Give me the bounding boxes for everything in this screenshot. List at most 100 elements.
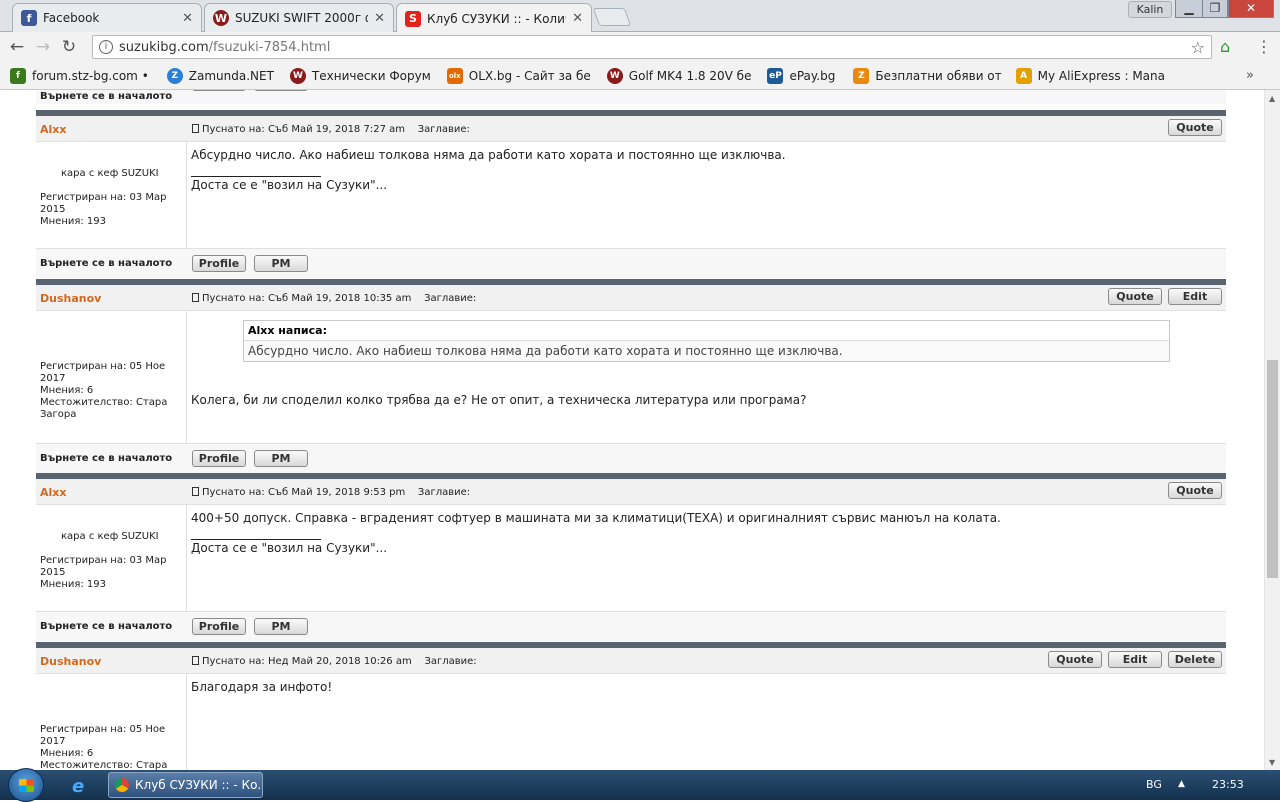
post-author[interactable]: Dushanov: [40, 655, 101, 668]
user-info: Регистриран на: 03 Мар 2015 Мнения: 193: [40, 192, 167, 227]
signature: Доста се е "возил на Сузуки"...: [191, 178, 388, 192]
signature: Доста се е "возил на Сузуки"...: [191, 541, 388, 555]
author-profile: кара с кеф SUZUKI Регистриран на: 03 Мар…: [36, 142, 187, 248]
post-message: 400+50 допуск. Справка - вграденият софт…: [191, 511, 1222, 555]
bookmark-zamunda[interactable]: Z Zamunda.NET: [166, 67, 274, 84]
scroll-down-icon[interactable]: ▼: [1269, 758, 1275, 767]
back-to-top-link[interactable]: Върнете се в началото: [40, 453, 172, 464]
menu-icon[interactable]: ⋮: [1256, 37, 1272, 56]
post-footer: Върнете се в началото Profile PM: [36, 90, 1226, 104]
profile-button[interactable]: Kalin: [1128, 1, 1172, 18]
bookmark-epay[interactable]: eP ePay.bg: [767, 67, 835, 84]
suzuki-icon: S: [405, 10, 421, 27]
bookmark-golf[interactable]: W Golf MK4 1.8 20V бе: [606, 67, 751, 84]
close-icon[interactable]: ✕: [572, 11, 583, 26]
author-profile: кара с кеф SUZUKI Регистриран на: 03 Мар…: [36, 505, 187, 611]
pm-button[interactable]: PM: [254, 90, 308, 91]
close-icon[interactable]: ✕: [182, 11, 193, 26]
post-header: Dushanov Пуснато на: Съб Май 19, 2018 10…: [36, 285, 1226, 311]
vw-icon: W: [213, 10, 229, 26]
tab-title: Facebook: [43, 11, 100, 25]
post-header: Dushanov Пуснато на: Нед Май 20, 2018 10…: [36, 648, 1226, 674]
facebook-icon: f: [21, 10, 37, 26]
browser-toolbar: ← → ↻ i suzukibg.com/fsuzuki-7854.html ☆…: [0, 32, 1280, 62]
chrome-icon: [115, 778, 129, 792]
post-message: Благодаря за инфото!: [191, 680, 333, 694]
post-author[interactable]: Alxx: [40, 123, 66, 136]
tab-suzuki-club[interactable]: S Клуб СУЗУКИ :: - Количе ✕: [396, 3, 592, 33]
quote-author: Alxx написа:: [244, 321, 1169, 341]
bookmark-stz[interactable]: f forum.stz-bg.com •: [10, 67, 149, 84]
forward-icon[interactable]: →: [30, 37, 56, 57]
post-footer: Върнете се в началото Profile PM: [36, 248, 1226, 278]
edit-button[interactable]: Edit: [1108, 651, 1162, 668]
post-icon: [192, 487, 199, 496]
post-author[interactable]: Dushanov: [40, 292, 101, 305]
more-bookmarks-icon[interactable]: »: [1246, 68, 1254, 83]
quote-button[interactable]: Quote: [1168, 482, 1222, 499]
home-icon[interactable]: ⌂: [1220, 37, 1230, 56]
post-body: кара с кеф SUZUKI Регистриран на: 03 Мар…: [36, 505, 1226, 611]
profile-button[interactable]: Profile: [192, 255, 246, 272]
post-body: Регистриран на: 05 Ное 2017 Мнения: 6 Ме…: [36, 674, 1226, 770]
start-button[interactable]: [8, 768, 44, 802]
internet-explorer-icon[interactable]: e: [72, 776, 84, 797]
language-indicator[interactable]: BG: [1146, 778, 1162, 791]
profile-button[interactable]: Profile: [192, 618, 246, 635]
back-to-top-link[interactable]: Върнете се в началото: [40, 258, 172, 269]
quote-block: Alxx написа: Абсурдно число. Ако набиеш …: [243, 320, 1170, 362]
tab-title: SUZUKI SWIFT 2000г фре: [235, 11, 368, 25]
star-icon[interactable]: ☆: [1191, 38, 1205, 57]
close-window-button[interactable]: ✕: [1228, 0, 1274, 18]
quote-button[interactable]: Quote: [1108, 288, 1162, 305]
new-tab-button[interactable]: [592, 8, 632, 26]
page-scrollbar[interactable]: ▲ ▼: [1264, 90, 1280, 770]
profile-button[interactable]: Profile: [192, 450, 246, 467]
profile-button[interactable]: Profile: [192, 90, 246, 91]
author-profile: Регистриран на: 05 Ное 2017 Мнения: 6 Ме…: [36, 311, 187, 443]
post-header: Alxx Пуснато на: Съб Май 19, 2018 9:53 p…: [36, 479, 1226, 505]
maximize-button[interactable]: ❐: [1202, 0, 1228, 18]
address-bar[interactable]: i suzukibg.com/fsuzuki-7854.html ☆: [92, 35, 1212, 59]
post-message: Абсурдно число. Ако набиеш толкова няма …: [191, 148, 1222, 192]
back-to-top-link[interactable]: Върнете се в началото: [40, 91, 172, 102]
url-host: suzukibg.com: [119, 39, 209, 55]
post-meta: Пуснато на: Съб Май 19, 2018 7:27 am Заг…: [192, 124, 470, 135]
scrollbar-thumb[interactable]: [1267, 360, 1278, 578]
post-footer: Върнете се в началото Profile PM: [36, 611, 1226, 641]
user-info: Регистриран на: 05 Ное 2017 Мнения: 6 Ме…: [40, 361, 168, 420]
minimize-button[interactable]: ▁: [1175, 0, 1203, 18]
bookmarks-bar: f forum.stz-bg.com • Z Zamunda.NET W Технич…: [0, 62, 1280, 90]
taskbar-chrome-window[interactable]: Клуб СУЗУКИ :: - Ко...: [108, 772, 263, 798]
post-meta: Пуснато на: Съб Май 19, 2018 10:35 am За…: [192, 293, 476, 304]
bookmark-olx[interactable]: olx OLX.bg - Сайт за бе: [446, 67, 591, 84]
info-icon[interactable]: i: [99, 40, 113, 54]
browser-tab-bar: f Facebook ✕ W SUZUKI SWIFT 2000г фре ✕ …: [0, 0, 1280, 33]
pm-button[interactable]: PM: [254, 450, 308, 467]
tray-expand-icon[interactable]: ▲: [1178, 779, 1185, 789]
author-profile: Регистриран на: 05 Ное 2017 Мнения: 6 Ме…: [36, 674, 187, 770]
tab-facebook[interactable]: f Facebook ✕: [12, 3, 202, 32]
post-icon: [192, 656, 199, 665]
url-path: /fsuzuki-7854.html: [208, 39, 331, 55]
taskbar-clock[interactable]: 23:53: [1212, 778, 1244, 791]
scroll-up-icon[interactable]: ▲: [1269, 94, 1275, 103]
post-author[interactable]: Alxx: [40, 486, 66, 499]
delete-button[interactable]: Delete: [1168, 651, 1222, 668]
edit-button[interactable]: Edit: [1168, 288, 1222, 305]
windows-taskbar: e Клуб СУЗУКИ :: - Ко... BG ▲ 23:53: [0, 768, 1280, 802]
close-icon[interactable]: ✕: [374, 11, 385, 26]
quote-button[interactable]: Quote: [1048, 651, 1102, 668]
quote-text: Абсурдно число. Ако набиеш толкова няма …: [248, 344, 843, 358]
tab-suzuki-swift[interactable]: W SUZUKI SWIFT 2000г фре ✕: [204, 3, 394, 32]
pm-button[interactable]: PM: [254, 618, 308, 635]
bookmark-aliexpress[interactable]: A My AliExpress : Mana: [1015, 67, 1165, 84]
back-to-top-link[interactable]: Върнете се в началото: [40, 621, 172, 632]
pm-button[interactable]: PM: [254, 255, 308, 272]
post-meta: Пуснато на: Съб Май 19, 2018 9:53 pm Заг…: [192, 487, 470, 498]
quote-button[interactable]: Quote: [1168, 119, 1222, 136]
bookmark-tech-forum[interactable]: W Технически Форум: [289, 67, 431, 84]
back-icon[interactable]: ←: [4, 37, 30, 57]
bookmark-free-ads[interactable]: Z Безплатни обяви от: [853, 67, 1002, 84]
reload-icon[interactable]: ↻: [56, 37, 82, 57]
